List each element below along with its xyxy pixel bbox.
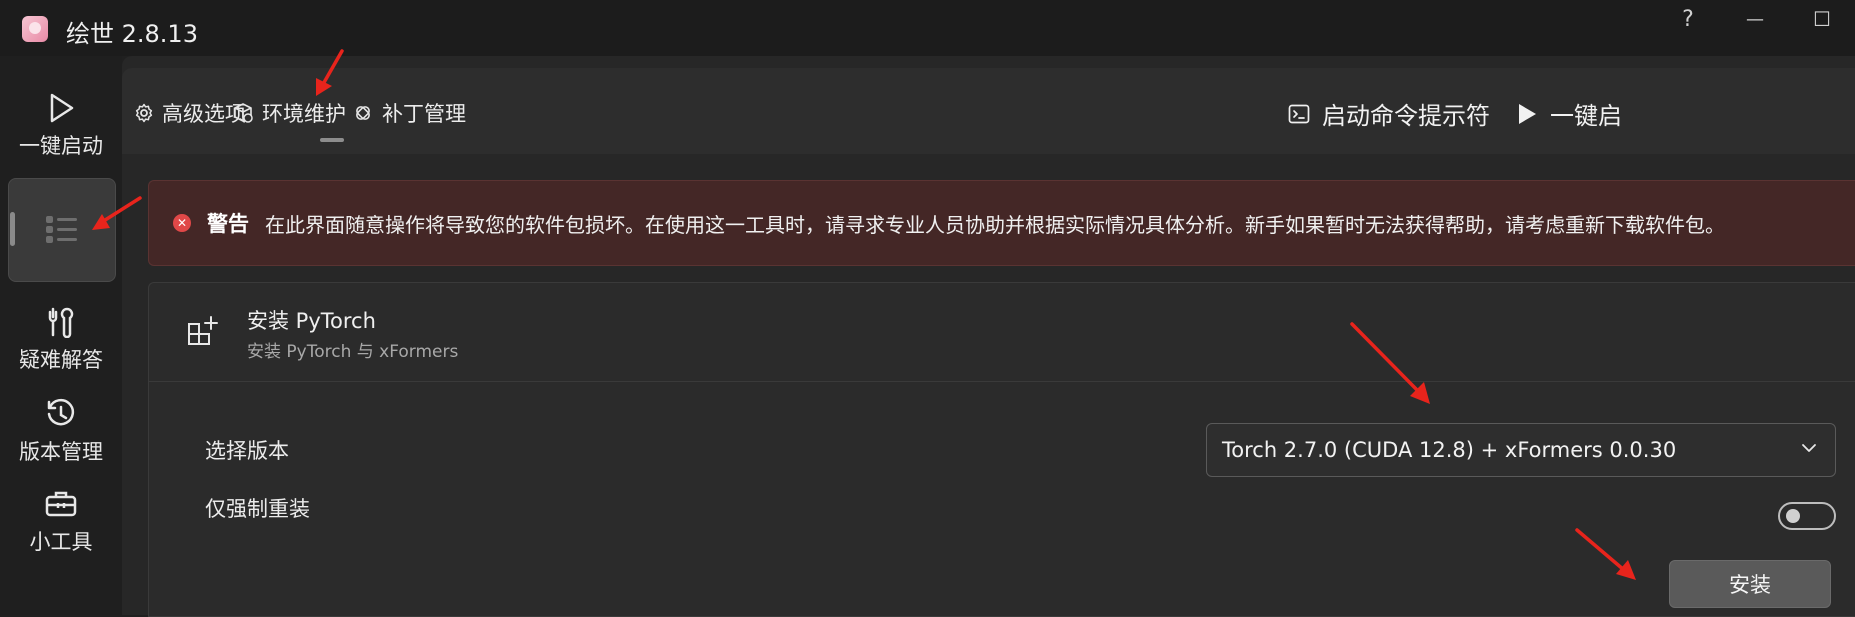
tools-icon <box>48 307 74 338</box>
sidebar-item-label: 一键启动 <box>19 134 103 158</box>
install-button[interactable]: 安装 <box>1669 560 1831 608</box>
sidebar-item-tools[interactable]: 小工具 <box>8 488 114 556</box>
list-icon <box>46 216 77 243</box>
one-click-launch-label: 一键启 <box>1550 102 1622 130</box>
sidebar-item-troubleshoot[interactable]: 疑难解答 <box>8 306 114 374</box>
app-logo <box>22 16 48 42</box>
help-button[interactable]: ? <box>1658 0 1718 38</box>
patch-icon <box>356 106 370 120</box>
force-reinstall-toggle[interactable] <box>1778 502 1836 530</box>
card-title: 安装 PyTorch <box>247 309 376 333</box>
warning-banner: ✕ 警告 在此界面随意操作将导致您的软件包损坏。在使用这一工具时，请寻求专业人员… <box>148 180 1855 266</box>
sidebar-item-versions[interactable]: 版本管理 <box>8 398 114 466</box>
sidebar-item-launch[interactable]: 一键启动 <box>8 92 114 160</box>
one-click-launch-button[interactable]: 一键启 <box>1516 96 1622 131</box>
add-apps-icon <box>188 316 218 345</box>
warning-title: 警告 <box>207 212 249 236</box>
toggle-knob <box>1786 509 1800 523</box>
tab-advanced-options[interactable]: 高级选项 <box>134 98 246 128</box>
tab-bar: 高级选项 环境维护 补丁管理 启动命令提示符 一键启 <box>122 68 1855 154</box>
chevron-down-icon <box>1802 444 1816 452</box>
play-icon <box>1519 103 1536 124</box>
version-select-value: Torch 2.7.0 (CUDA 12.8) + xFormers 0.0.3… <box>1222 438 1677 462</box>
card-subtitle: 安装 PyTorch 与 xFormers <box>247 342 459 362</box>
open-terminal-label: 启动命令提示符 <box>1322 102 1490 130</box>
sidebar-item-label: 疑难解答 <box>19 348 103 372</box>
version-label: 选择版本 <box>205 439 289 463</box>
terminal-icon <box>1288 104 1310 123</box>
title-bar: 绘世 2.8.13 ? — ☐ <box>0 0 1855 56</box>
app-title: 绘世 2.8.13 <box>66 20 198 48</box>
force-reinstall-label: 仅强制重装 <box>205 497 310 521</box>
warning-text: 在此界面随意操作将导致您的软件包损坏。在使用这一工具时，请寻求专业人员协助并根据… <box>265 212 1725 237</box>
sidebar-selection-indicator <box>10 212 15 246</box>
open-terminal-button[interactable]: 启动命令提示符 <box>1288 96 1490 131</box>
tab-label: 补丁管理 <box>382 102 466 126</box>
sidebar-item-label: 小工具 <box>29 530 93 554</box>
version-select[interactable]: Torch 2.7.0 (CUDA 12.8) + xFormers 0.0.3… <box>1206 423 1836 477</box>
sidebar-item-env[interactable] <box>8 178 116 282</box>
card-header: 安装 PyTorch 安装 PyTorch 与 xFormers <box>149 283 1855 382</box>
sidebar-item-label: 版本管理 <box>19 440 103 464</box>
minimize-button[interactable]: — <box>1725 0 1785 38</box>
error-icon: ✕ <box>173 214 191 232</box>
history-icon <box>47 398 75 426</box>
gear-icon <box>135 103 153 123</box>
toolbox-icon <box>45 491 77 517</box>
tab-label: 环境维护 <box>262 102 346 126</box>
tab-patch-management[interactable]: 补丁管理 <box>352 98 466 128</box>
maximize-button[interactable]: ☐ <box>1792 0 1852 38</box>
tab-active-indicator <box>320 138 344 142</box>
install-pytorch-card: 安装 PyTorch 安装 PyTorch 与 xFormers 选择版本 To… <box>148 282 1855 617</box>
tab-environment-maintenance[interactable]: 环境维护 <box>232 98 346 128</box>
package-icon <box>234 103 253 123</box>
play-icon <box>50 93 74 123</box>
sidebar: 一键启动 疑难解答 版本管理 小工具 <box>0 56 122 615</box>
